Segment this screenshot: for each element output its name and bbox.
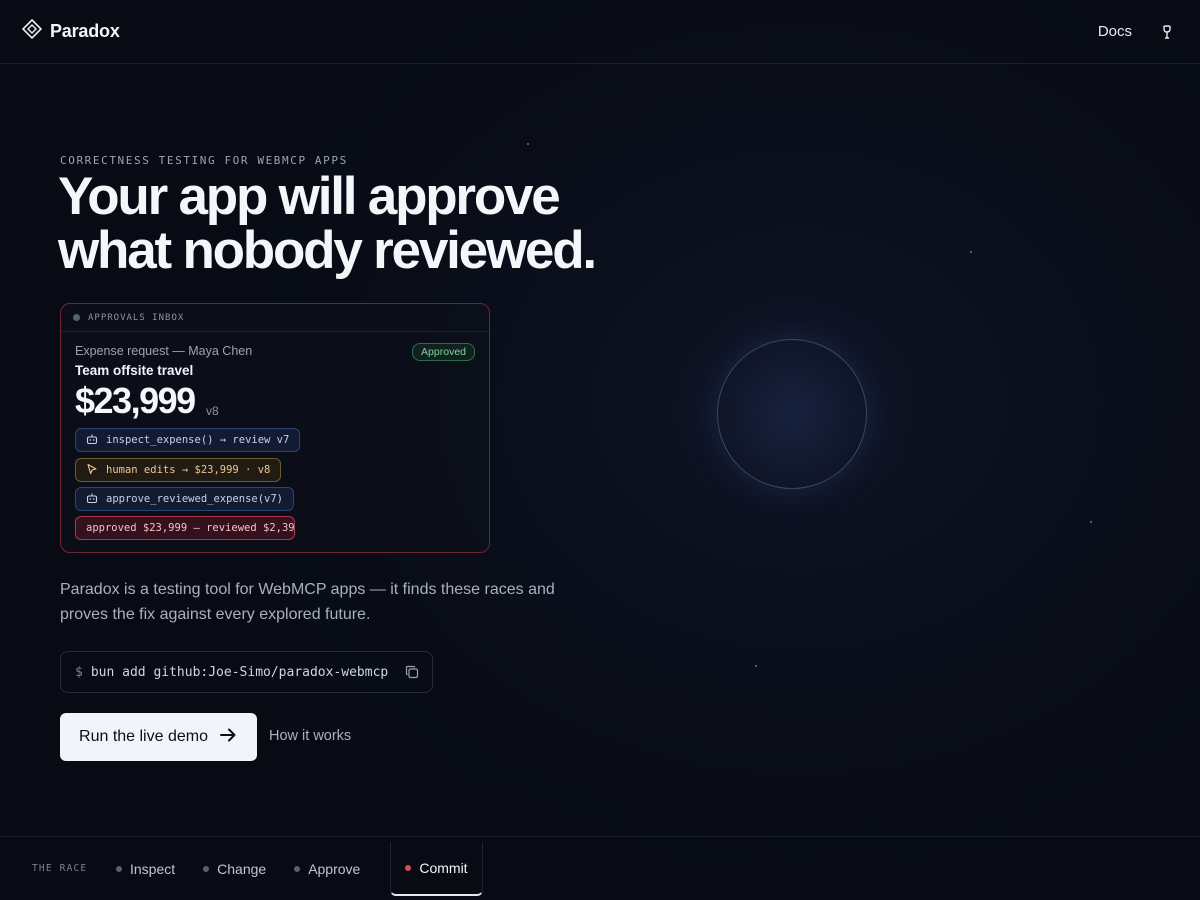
brand-link[interactable]: Paradox xyxy=(21,18,120,44)
request-line: Expense request — Maya Chen xyxy=(75,344,253,358)
event-chip: inspect_expense() → review v7 xyxy=(75,428,301,452)
cta-label: Run the live demo xyxy=(79,728,208,745)
orb-ring xyxy=(717,339,867,489)
install-command[interactable]: bun add github:Joe-Simo/paradox-webmcp xyxy=(91,665,396,680)
brand-name: Paradox xyxy=(50,21,120,41)
landing-page: Paradox Docs CORRECTNESS TESTING FOR WEB… xyxy=(0,0,1200,900)
install-command-box: $ bun add github:Joe-Simo/paradox-webmcp xyxy=(60,651,433,693)
hero-description: Paradox is a testing tool for WebMCP app… xyxy=(60,581,555,623)
event-chip-error: approved $23,999 — reviewed $2,399 xyxy=(75,516,295,540)
approvals-inbox-card: APPROVALS INBOX Expense request — Maya C… xyxy=(60,303,490,553)
event-chip: approve_reviewed_expense(v7) xyxy=(75,487,295,511)
star-dot xyxy=(755,665,757,667)
version-label: v8 xyxy=(206,404,219,418)
card-header-label: APPROVALS INBOX xyxy=(88,312,185,323)
shell-prompt: $ xyxy=(75,664,83,680)
copy-icon[interactable] xyxy=(404,664,420,680)
star-dot xyxy=(527,143,529,145)
star-dot xyxy=(1090,521,1092,523)
card-header: APPROVALS INBOX xyxy=(61,304,489,332)
step-label: Inspect xyxy=(130,860,176,877)
event-text: human edits → $23,999 · v8 xyxy=(106,464,271,476)
top-nav: Paradox Docs xyxy=(0,0,1200,64)
race-stepper: THE RACE Inspect Change Approve Commit xyxy=(0,836,1200,900)
run-live-demo-button[interactable]: Run the live demo xyxy=(60,713,257,761)
expense-amount: $23,999 xyxy=(75,380,196,421)
step-label: Approve xyxy=(308,860,361,877)
step-dot-active xyxy=(405,864,412,871)
status-dot xyxy=(73,314,80,321)
step-label: Commit xyxy=(419,859,468,876)
diamond-logo-icon xyxy=(21,18,43,44)
robot-icon xyxy=(86,492,98,507)
race-step-approve[interactable]: Approve xyxy=(294,842,374,896)
step-dot xyxy=(294,865,301,872)
nav-links: Docs xyxy=(1098,21,1178,43)
event-text: approve_reviewed_expense(v7) xyxy=(106,493,284,505)
race-label: THE RACE xyxy=(32,863,88,874)
headline-line-2: what nobody reviewed. xyxy=(58,221,597,280)
event-text: approved $23,999 — reviewed $2,399 xyxy=(86,522,295,534)
github-icon[interactable] xyxy=(1156,21,1178,43)
status-badge: Approved xyxy=(412,343,475,361)
hero-headline: Your app will approve what nobody review… xyxy=(58,170,678,278)
step-dot xyxy=(203,865,210,872)
star-dot xyxy=(970,251,972,253)
docs-link[interactable]: Docs xyxy=(1098,23,1132,40)
race-step-change[interactable]: Change xyxy=(203,842,280,896)
race-step-commit[interactable]: Commit xyxy=(390,841,483,896)
arrow-right-icon xyxy=(218,725,238,750)
request-title: Team offsite travel xyxy=(75,363,194,378)
event-text: inspect_expense() → review v7 xyxy=(106,434,290,446)
robot-icon xyxy=(86,433,98,448)
step-label: Change xyxy=(217,860,267,877)
hero-eyebrow: CORRECTNESS TESTING FOR WEBMCP APPS xyxy=(60,154,348,167)
step-dot xyxy=(116,865,122,872)
race-step-inspect[interactable]: Inspect xyxy=(116,842,189,896)
event-chip: human edits → $23,999 · v8 xyxy=(75,458,282,482)
how-it-works-link[interactable]: How it works xyxy=(269,728,351,744)
headline-line-1: Your app will approve xyxy=(58,167,561,226)
cursor-icon xyxy=(86,463,98,478)
